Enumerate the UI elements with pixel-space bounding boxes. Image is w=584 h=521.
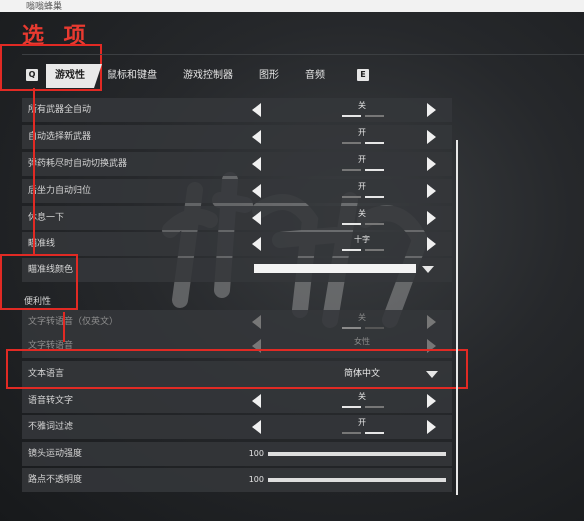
option-indicator bbox=[342, 196, 361, 198]
arrow-right-icon[interactable] bbox=[427, 315, 436, 329]
setting-label: 所有武器全自动 bbox=[28, 105, 92, 115]
arrow-left-icon[interactable] bbox=[252, 211, 261, 225]
tab-mouse-keyboard[interactable]: 鼠标和键盘 bbox=[104, 64, 160, 88]
setting-label: 镜头运动强度 bbox=[28, 449, 83, 459]
option-indicator bbox=[342, 406, 361, 408]
setting-row-tts-english[interactable]: 文字转语音（仅英文） 关 bbox=[22, 310, 452, 334]
option-indicator bbox=[342, 327, 361, 329]
arrow-left-icon[interactable] bbox=[252, 103, 261, 117]
tab-audio[interactable]: 音频 bbox=[300, 64, 330, 88]
tab-next-key[interactable]: E bbox=[357, 69, 369, 81]
option-indicator bbox=[365, 327, 384, 329]
setting-row-speech-to-text[interactable]: 语音转文字 关 bbox=[22, 389, 452, 413]
option-indicator bbox=[365, 406, 384, 408]
setting-label: 文字转语音（仅英文） bbox=[28, 317, 119, 327]
arrow-left-icon[interactable] bbox=[252, 130, 261, 144]
slider-value: 100 bbox=[248, 475, 264, 484]
option-indicator bbox=[342, 432, 361, 434]
setting-row-recoil-reset[interactable]: 后坐力自动归位 开 bbox=[22, 179, 452, 203]
setting-row-crosshair-color[interactable]: 瞄准线颜色 bbox=[22, 258, 452, 282]
setting-value: 开 bbox=[358, 418, 366, 427]
setting-row-auto-select-weapon[interactable]: 自动选择新武器 开 bbox=[22, 125, 452, 149]
setting-label: 后坐力自动归位 bbox=[28, 186, 92, 196]
language-highlight-box bbox=[6, 349, 468, 389]
arrow-left-icon[interactable] bbox=[252, 315, 261, 329]
color-swatch[interactable] bbox=[254, 264, 416, 273]
arrow-left-icon[interactable] bbox=[252, 184, 261, 198]
option-indicator bbox=[365, 249, 384, 251]
arrow-right-icon[interactable] bbox=[427, 394, 436, 408]
slider-value: 100 bbox=[248, 449, 264, 458]
arrow-right-icon[interactable] bbox=[427, 157, 436, 171]
setting-value: 开 bbox=[358, 128, 366, 137]
setting-row-auto-switch-weapon[interactable]: 弹药耗尽时自动切换武器 开 bbox=[22, 152, 452, 176]
setting-value: 关 bbox=[358, 392, 366, 401]
arrow-right-icon[interactable] bbox=[427, 420, 436, 434]
tab-prev-key[interactable]: Q bbox=[26, 69, 38, 81]
option-indicator bbox=[365, 196, 384, 198]
setting-row-crosshair[interactable]: 瞄准线 十字 bbox=[22, 232, 452, 256]
setting-value: 关 bbox=[358, 209, 366, 218]
setting-value: 开 bbox=[358, 182, 366, 191]
arrow-left-icon[interactable] bbox=[252, 157, 261, 171]
setting-label: 自动选择新武器 bbox=[28, 132, 92, 142]
header-divider bbox=[22, 54, 584, 55]
arrow-right-icon[interactable] bbox=[427, 130, 436, 144]
setting-value: 十字 bbox=[354, 235, 370, 244]
annotation-arrow-line bbox=[33, 88, 35, 256]
arrow-right-icon[interactable] bbox=[427, 211, 436, 225]
arrow-right-icon[interactable] bbox=[427, 184, 436, 198]
option-indicator bbox=[342, 169, 361, 171]
window-title: 嗡嗡蜂巢 bbox=[26, 2, 63, 12]
tab-graphics[interactable]: 图形 bbox=[254, 64, 284, 88]
setting-row-full-auto[interactable]: 所有武器全自动 关 bbox=[22, 98, 452, 122]
option-indicator bbox=[342, 142, 361, 144]
setting-value: 关 bbox=[358, 101, 366, 110]
arrow-right-icon[interactable] bbox=[427, 237, 436, 251]
arrow-left-icon[interactable] bbox=[252, 237, 261, 251]
option-indicator bbox=[365, 142, 384, 144]
option-indicator bbox=[342, 249, 361, 251]
setting-row-camera-motion[interactable]: 镜头运动强度 100 bbox=[22, 442, 452, 466]
arrow-right-icon[interactable] bbox=[427, 103, 436, 117]
arrow-left-icon[interactable] bbox=[252, 394, 261, 408]
option-indicator bbox=[365, 223, 384, 225]
window-titlebar: 嗡嗡蜂巢 bbox=[0, 0, 584, 12]
setting-label: 语音转文字 bbox=[28, 396, 74, 406]
setting-label: 弹药耗尽时自动切换武器 bbox=[28, 159, 128, 169]
option-indicator bbox=[365, 432, 384, 434]
arrow-left-icon[interactable] bbox=[252, 420, 261, 434]
slider-track[interactable] bbox=[268, 478, 446, 482]
chevron-down-icon[interactable] bbox=[422, 266, 434, 273]
setting-row-take-break[interactable]: 休息一下 关 bbox=[22, 206, 452, 230]
setting-value: 女性 bbox=[354, 337, 370, 346]
option-indicator bbox=[342, 115, 361, 117]
setting-value: 关 bbox=[358, 313, 366, 322]
section-highlight-box bbox=[0, 254, 78, 310]
setting-row-profanity-filter[interactable]: 不雅词过滤 开 bbox=[22, 415, 452, 439]
annotation-arrow-line bbox=[63, 312, 65, 342]
setting-label: 路点不透明度 bbox=[28, 475, 83, 485]
tab-controller[interactable]: 游戏控制器 bbox=[178, 64, 238, 88]
option-indicator bbox=[365, 115, 384, 117]
slider-track[interactable] bbox=[268, 452, 446, 456]
tab-gameplay[interactable]: 游戏性 bbox=[46, 64, 102, 88]
setting-row-waypoint-opacity[interactable]: 路点不透明度 100 bbox=[22, 468, 452, 492]
setting-value: 开 bbox=[358, 155, 366, 164]
option-indicator bbox=[342, 223, 361, 225]
setting-label: 不雅词过滤 bbox=[28, 422, 74, 432]
scrollbar[interactable] bbox=[456, 140, 458, 495]
option-indicator bbox=[365, 169, 384, 171]
